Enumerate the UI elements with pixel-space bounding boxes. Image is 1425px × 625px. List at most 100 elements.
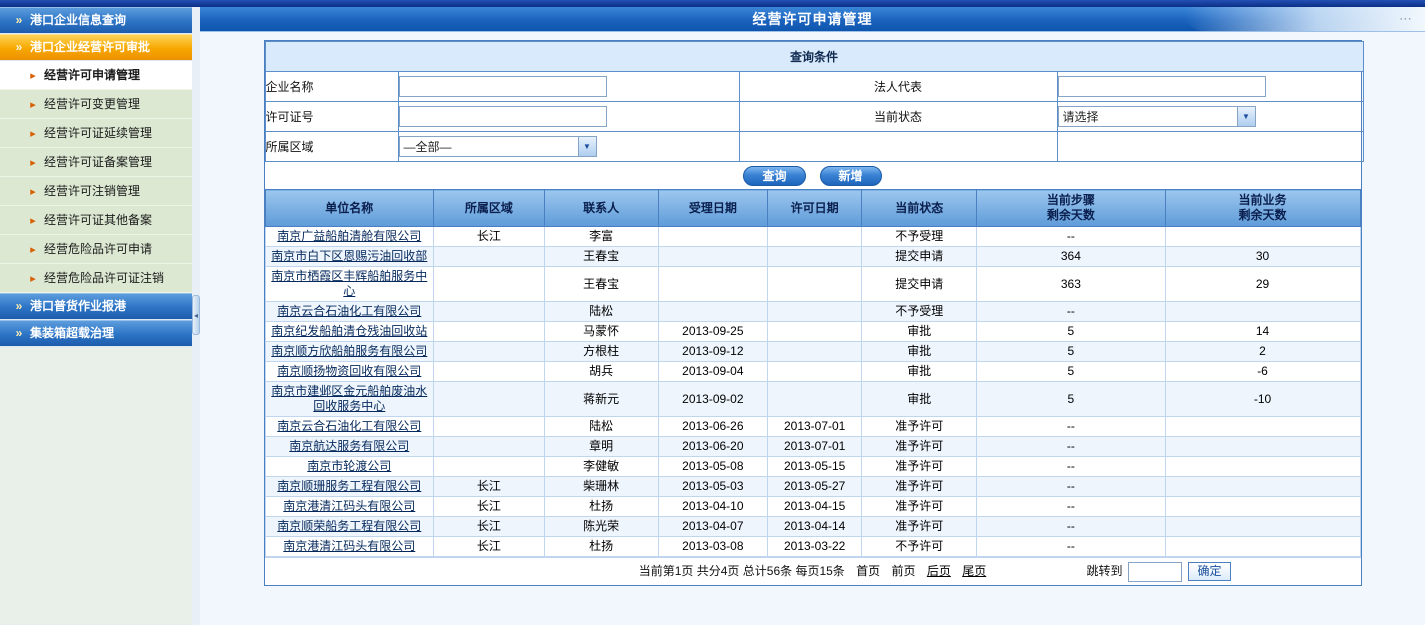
company-name-link[interactable]: 南京市白下区恩赐污油回收部 [271, 249, 427, 263]
cell-accept-date: 2013-04-10 [658, 497, 768, 517]
company-name-link[interactable]: 南京港清江码头有限公司 [283, 539, 415, 553]
cell-license-date [768, 382, 862, 417]
query-form: 查询条件 企业名称 法人代表 许可证号 当前状态 [265, 41, 1364, 162]
cell-contact: 马蒙怀 [544, 322, 658, 342]
arrow-icon [26, 206, 40, 235]
cell-step-days: -- [977, 497, 1165, 517]
cell-accept-date: 2013-09-12 [658, 342, 768, 362]
cell-biz-days: -6 [1165, 362, 1360, 382]
search-button[interactable]: 查询 [743, 166, 805, 186]
cell-step-days: 364 [977, 247, 1165, 267]
cell-contact: 柴珊林 [544, 477, 658, 497]
cell-region [434, 342, 545, 362]
cell-step-days: -- [977, 437, 1165, 457]
add-button[interactable]: 新增 [820, 166, 882, 186]
sidebar-item[interactable]: 经营许可证备案管理 [0, 148, 192, 177]
last-page-link[interactable]: 尾页 [962, 564, 986, 578]
cell-status: 准予许可 [862, 457, 977, 477]
jump-label: 跳转到 [1086, 558, 1122, 585]
main-area: 经营许可申请管理 ⋯ 查询条件 企业名称 法人代表 [200, 7, 1425, 625]
status-select[interactable]: 请选择 ▼ [1058, 106, 1256, 127]
legal-rep-input[interactable] [1058, 76, 1266, 97]
table-row: 南京港清江码头有限公司 长江 杜扬 2013-04-10 2013-04-15 … [265, 497, 1360, 517]
company-name-link[interactable]: 南京顺扬物资回收有限公司 [277, 364, 421, 378]
cell-region: 长江 [434, 497, 545, 517]
cell-biz-days [1165, 457, 1360, 477]
company-name-link[interactable]: 南京顺珊服务工程有限公司 [277, 479, 421, 493]
table-row: 南京顺扬物资回收有限公司 胡兵 2013-09-04 审批 5 -6 [265, 362, 1360, 382]
sidebar-item[interactable]: 港口普货作业报港 [0, 293, 192, 320]
company-name-link[interactable]: 南京航达服务有限公司 [289, 439, 409, 453]
next-page-link[interactable]: 后页 [927, 564, 951, 578]
cell-step-days: -- [977, 537, 1165, 557]
cell-step-days: -- [977, 457, 1165, 477]
company-name-link[interactable]: 南京顺方欣船舶服务有限公司 [271, 344, 427, 358]
region-select[interactable]: —全部— ▼ [399, 136, 597, 157]
license-no-input[interactable] [399, 106, 607, 127]
cell-status: 准予许可 [862, 477, 977, 497]
cell-accept-date: 2013-05-03 [658, 477, 768, 497]
jump-page-input[interactable] [1128, 562, 1182, 582]
arrow-icon [26, 90, 40, 119]
cell-accept-date: 2013-06-20 [658, 437, 768, 457]
arrow-icon [26, 264, 40, 293]
cell-step-days: 5 [977, 342, 1165, 362]
results-table: 单位名称 所属区域 联系人 受理日期 许可日期 当前状态 当前步骤 剩余天数 当… [265, 189, 1361, 557]
sidebar-item[interactable]: 经营许可证其他备案 [0, 206, 192, 235]
cell-contact: 王春宝 [544, 247, 658, 267]
company-name-link[interactable]: 南京市栖霞区丰辉船舶服务中心 [271, 269, 427, 298]
company-name-link[interactable]: 南京纪发船舶清仓残油回收站 [271, 324, 427, 338]
company-name-link[interactable]: 南京市轮渡公司 [307, 459, 391, 473]
company-name-link[interactable]: 南京市建邺区金元船舶废油水回收服务中心 [271, 384, 427, 413]
table-row: 南京云合石油化工有限公司 陆松 2013-06-26 2013-07-01 准予… [265, 417, 1360, 437]
collapse-arrow-icon: ◂ [194, 311, 198, 320]
empty-cell [739, 132, 1057, 162]
company-name-link[interactable]: 南京港清江码头有限公司 [283, 499, 415, 513]
cell-license-date: 2013-07-01 [768, 417, 862, 437]
sidebar-item[interactable]: 经营危险品许可证注销 [0, 264, 192, 293]
sidebar-item[interactable]: 经营许可证延续管理 [0, 119, 192, 148]
cell-contact: 章明 [544, 437, 658, 457]
cell-license-date [768, 342, 862, 362]
sidebar-nav: 港口企业信息查询 港口企业经营许可审批 经营许可申请管理 经营许可变更管理 经营… [0, 7, 192, 347]
cell-contact: 陆松 [544, 302, 658, 322]
company-name-link[interactable]: 南京顺荣船务工程有限公司 [277, 519, 421, 533]
cell-status: 不予受理 [862, 227, 977, 247]
company-name-link[interactable]: 南京云合石油化工有限公司 [277, 419, 421, 433]
table-header-row: 单位名称 所属区域 联系人 受理日期 许可日期 当前状态 当前步骤 剩余天数 当… [265, 190, 1360, 227]
cell-region [434, 267, 545, 302]
cell-step-days: 5 [977, 362, 1165, 382]
chevron-down-icon: ▼ [1237, 107, 1255, 126]
company-name-link[interactable]: 南京广益船舶清舱有限公司 [277, 229, 421, 243]
cell-status: 准予许可 [862, 417, 977, 437]
sidebar-item[interactable]: 港口企业经营许可审批 [0, 34, 192, 61]
sidebar-item[interactable]: 经营许可变更管理 [0, 90, 192, 119]
cell-status: 提交申请 [862, 267, 977, 302]
cell-region: 长江 [434, 517, 545, 537]
sidebar-item[interactable]: 经营许可注销管理 [0, 177, 192, 206]
cell-biz-days [1165, 537, 1360, 557]
empty-cell [1057, 132, 1363, 162]
company-name-link[interactable]: 南京云合石油化工有限公司 [277, 304, 421, 318]
pager-summary: 当前第1页 共分4页 总计56条 每页15条 [639, 564, 845, 578]
cell-biz-days: 30 [1165, 247, 1360, 267]
cell-contact: 方根柱 [544, 342, 658, 362]
company-name-input[interactable] [399, 76, 607, 97]
cell-license-date: 2013-05-15 [768, 457, 862, 477]
cell-region [434, 247, 545, 267]
header-status: 当前状态 [862, 190, 977, 227]
header-biz-days: 当前业务 剩余天数 [1165, 190, 1360, 227]
sidebar-item[interactable]: 集装箱超载治理 [0, 320, 192, 347]
sidebar-item[interactable]: 经营许可申请管理 [0, 61, 192, 90]
table-row: 南京市白下区恩赐污油回收部 王春宝 提交申请 364 30 [265, 247, 1360, 267]
grip-dots-icon: ⋯ [1399, 7, 1413, 31]
arrow-icon [12, 34, 26, 60]
confirm-jump-button[interactable]: 确定 [1188, 562, 1230, 581]
sidebar-item[interactable]: 港口企业信息查询 [0, 7, 192, 34]
sidebar-collapse-handle[interactable]: ◂ [192, 295, 200, 335]
cell-license-date: 2013-04-15 [768, 497, 862, 517]
cell-biz-days: 14 [1165, 322, 1360, 342]
sidebar-item[interactable]: 经营危险品许可申请 [0, 235, 192, 264]
cell-accept-date: 2013-09-02 [658, 382, 768, 417]
title-bar: 经营许可申请管理 ⋯ [200, 7, 1425, 32]
